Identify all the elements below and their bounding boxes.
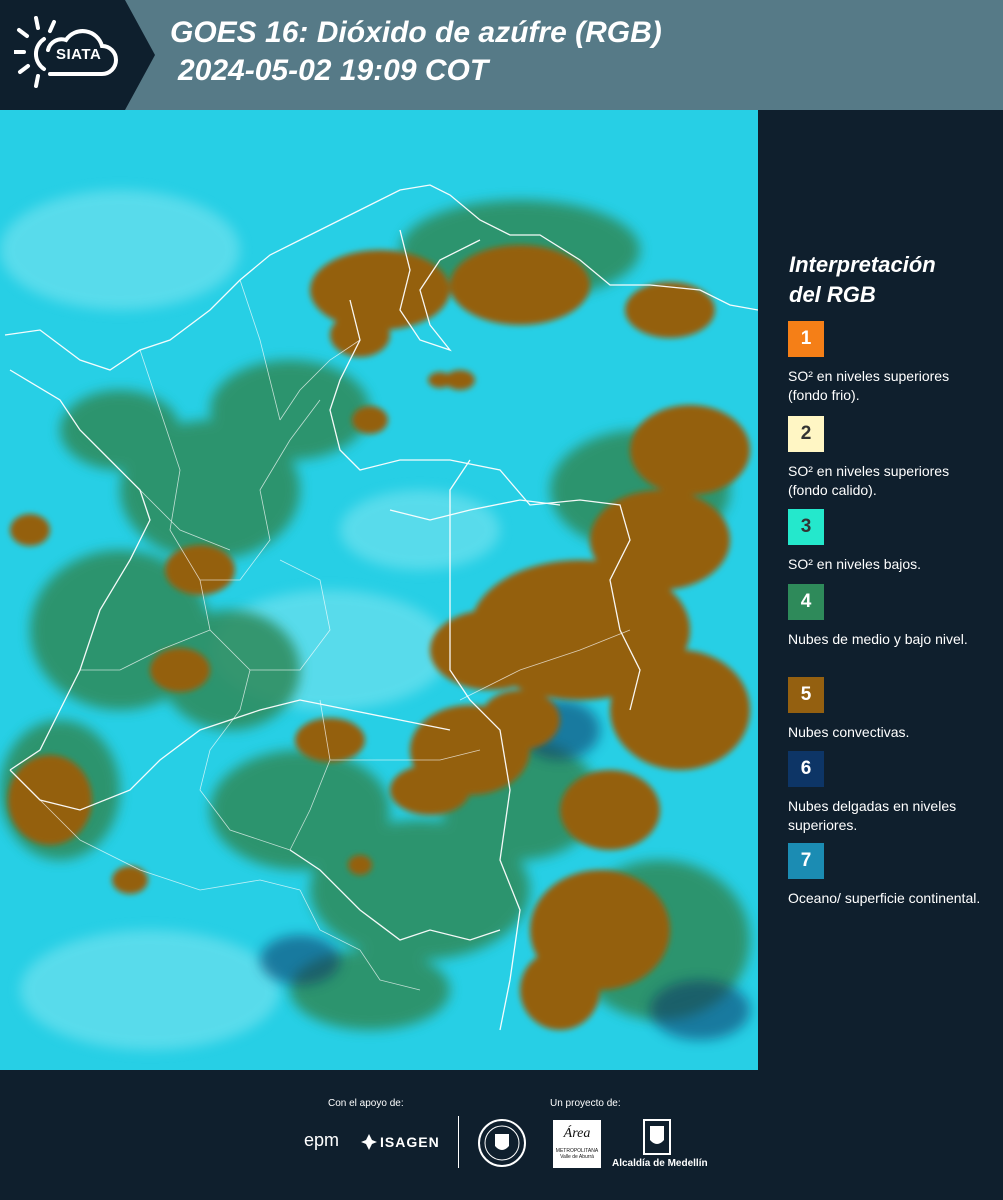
support-label: Con el apoyo de: [328, 1098, 404, 1109]
area-logo-sub2: Valle de Aburrá [560, 1154, 594, 1160]
legend-item-text: SO² en niveles bajos. [788, 556, 922, 572]
legend-title-line2: del RGB [789, 282, 876, 307]
legend-item: 3 SO² en niveles bajos. [788, 509, 988, 574]
footer-divider [458, 1116, 459, 1168]
area-metropolitana-logo: Área METROPOLITANA Valle de Aburrá [553, 1120, 601, 1168]
page-title: GOES 16: Dióxido de azúfre (RGB) [170, 16, 662, 49]
legend-item-text: Nubes delgadas en niveles superiores. [788, 798, 957, 833]
isagen-icon [361, 1134, 377, 1150]
legend-item: 6 Nubes delgadas en niveles superiores. [788, 751, 988, 835]
epm-logo: epm [304, 1130, 340, 1150]
legend-swatch: 1 [788, 321, 824, 357]
legend-swatch: 2 [788, 416, 824, 452]
legend-item-text: Nubes convectivas. [788, 724, 910, 740]
legend-title: Interpretación del RGB [789, 250, 989, 310]
satellite-map [0, 110, 758, 1070]
logo-text: SIATA [56, 46, 102, 63]
legend-item-text: Oceano/ superficie continental. [788, 890, 981, 906]
legend-item-text: SO² en niveles superiores (fondo calido)… [788, 463, 950, 498]
area-logo-text: Área [563, 1126, 591, 1141]
legend-title-line1: Interpretación [789, 252, 936, 277]
project-label: Un proyecto de: [550, 1098, 621, 1109]
legend-item: 4 Nubes de medio y bajo nivel. [788, 584, 988, 649]
legend-item-text: SO² en niveles superiores (fondo frio). [788, 368, 950, 403]
legend-swatch: 7 [788, 843, 824, 879]
legend-item: 5 Nubes convectivas. [788, 677, 988, 742]
satellite-image [0, 110, 758, 1070]
siata-logo: SIATA [0, 0, 155, 110]
legend-swatch: 6 [788, 751, 824, 787]
page-timestamp: 2024-05-02 19:09 COT [178, 54, 489, 87]
legend-panel: Interpretación del RGB 1 SO² en niveles … [758, 110, 1003, 1070]
alcaldia-logo: Alcaldía de Medellín [612, 1158, 708, 1169]
isagen-logo: ISAGEN [380, 1134, 440, 1150]
legend-item: 2 SO² en niveles superiores (fondo calid… [788, 416, 988, 500]
legend-swatch: 5 [788, 677, 824, 713]
legend-item: 7 Oceano/ superficie continental. [788, 843, 988, 908]
medellin-seal-icon [478, 1119, 526, 1167]
header-bar: SIATA GOES 16: Dióxido de azúfre (RGB) 2… [0, 0, 1003, 110]
legend-item-text: Nubes de medio y bajo nivel. [788, 631, 968, 647]
alcaldia-shield-icon [643, 1119, 671, 1155]
legend-swatch: 3 [788, 509, 824, 545]
legend-item: 1 SO² en niveles superiores (fondo frio)… [788, 321, 988, 405]
footer-bar: Con el apoyo de: Un proyecto de: epm ISA… [0, 1070, 1003, 1200]
legend-swatch: 4 [788, 584, 824, 620]
